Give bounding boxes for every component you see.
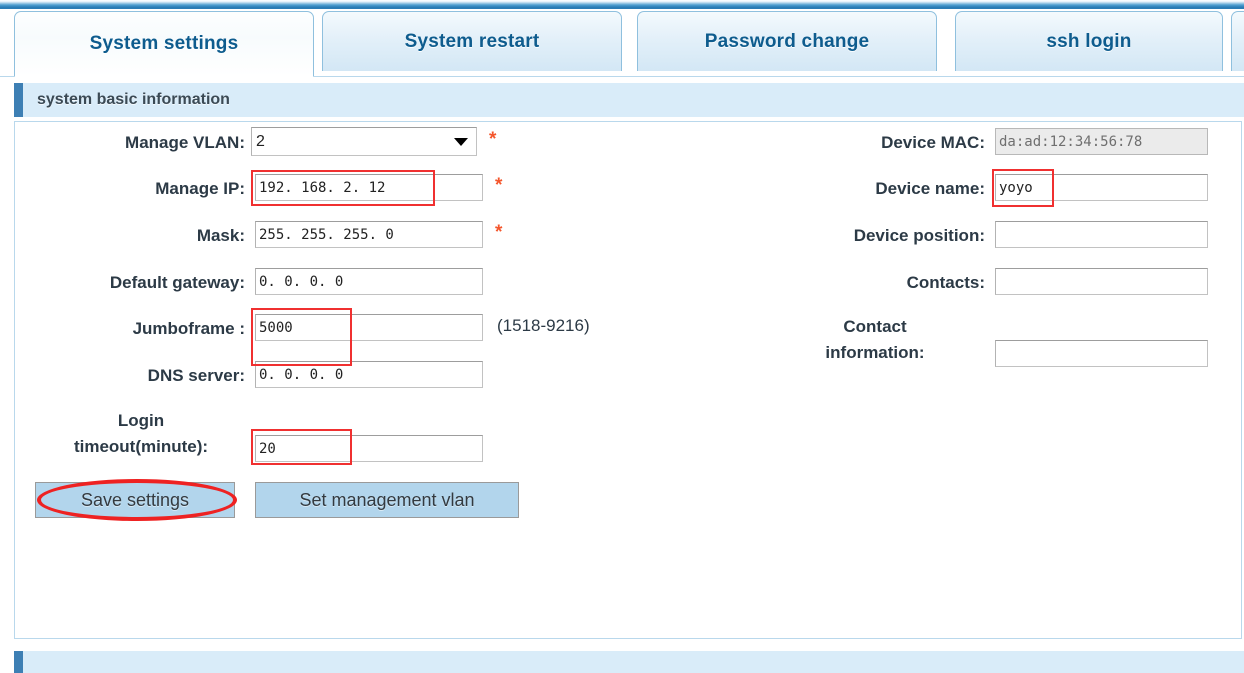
default-gateway-input[interactable] <box>255 268 483 295</box>
contacts-input[interactable] <box>995 268 1208 295</box>
settings-panel: Manage VLAN: 2 * Manage IP: * Mask: * De… <box>14 121 1242 639</box>
section-header-system-basic-information: system basic information <box>14 83 1244 117</box>
section-title: system basic information <box>37 91 230 108</box>
tab-password-change[interactable]: Password change <box>637 11 937 71</box>
contacts-label: Contacts: <box>906 273 985 292</box>
section-marker-icon <box>14 651 23 673</box>
manage-vlan-label: Manage VLAN: <box>125 133 245 152</box>
save-settings-button[interactable]: Save settings <box>35 482 235 518</box>
system-settings-form: Manage VLAN: 2 * Manage IP: * Mask: * De… <box>15 122 1241 638</box>
mask-label: Mask: <box>196 226 245 245</box>
device-name-input[interactable] <box>995 174 1208 201</box>
tab-overflow-partial[interactable] <box>1231 11 1244 71</box>
tab-system-settings[interactable]: System settings <box>14 11 314 77</box>
device-mac-input <box>995 128 1208 155</box>
next-section-header-partial <box>14 651 1244 673</box>
contact-information-label-line1: Contact <box>843 317 907 336</box>
section-marker-icon <box>14 83 23 117</box>
default-gateway-label: Default gateway: <box>109 273 245 292</box>
tab-ssh-login[interactable]: ssh login <box>955 11 1223 71</box>
login-timeout-label: Login timeout(minute): <box>37 408 245 460</box>
dns-server-label: DNS server: <box>147 366 245 385</box>
tab-label: Password change <box>704 30 870 52</box>
login-timeout-input[interactable] <box>255 435 483 462</box>
dns-server-input[interactable] <box>255 361 483 388</box>
manage-vlan-select[interactable]: 2 <box>251 127 477 156</box>
jumboframe-label: Jumboframe : <box>132 319 245 338</box>
tab-label: ssh login <box>1046 30 1132 52</box>
manage-ip-label: Manage IP: <box>155 179 245 198</box>
manage-ip-required-star: * <box>495 175 503 196</box>
tab-label: System restart <box>404 30 540 52</box>
tab-label: System settings <box>89 33 239 54</box>
device-mac-label: Device MAC: <box>881 133 985 152</box>
device-name-label: Device name: <box>875 179 985 198</box>
login-timeout-label-line2: timeout(minute): <box>73 437 209 456</box>
jumboframe-range-hint: (1518-9216) <box>497 316 590 335</box>
manage-vlan-required-star: * <box>489 129 497 150</box>
jumboframe-input[interactable] <box>255 314 483 341</box>
tab-system-restart[interactable]: System restart <box>322 11 622 71</box>
device-position-label: Device position: <box>853 226 985 245</box>
manage-vlan-select-wrap: 2 <box>251 127 477 156</box>
page-body: system basic information Manage VLAN: 2 … <box>0 76 1244 673</box>
top-accent-bar <box>0 0 1244 9</box>
tab-bar: System settings System restart Password … <box>0 11 1244 77</box>
mask-input[interactable] <box>255 221 483 248</box>
set-management-vlan-button[interactable]: Set management vlan <box>255 482 519 518</box>
contact-information-input[interactable] <box>995 340 1208 367</box>
mask-required-star: * <box>495 222 503 243</box>
manage-ip-input[interactable] <box>255 174 483 201</box>
contact-information-label-line2: information: <box>825 343 925 362</box>
device-position-input[interactable] <box>995 221 1208 248</box>
login-timeout-label-line1: Login <box>117 411 165 430</box>
contact-information-label: Contact information: <box>765 314 985 366</box>
